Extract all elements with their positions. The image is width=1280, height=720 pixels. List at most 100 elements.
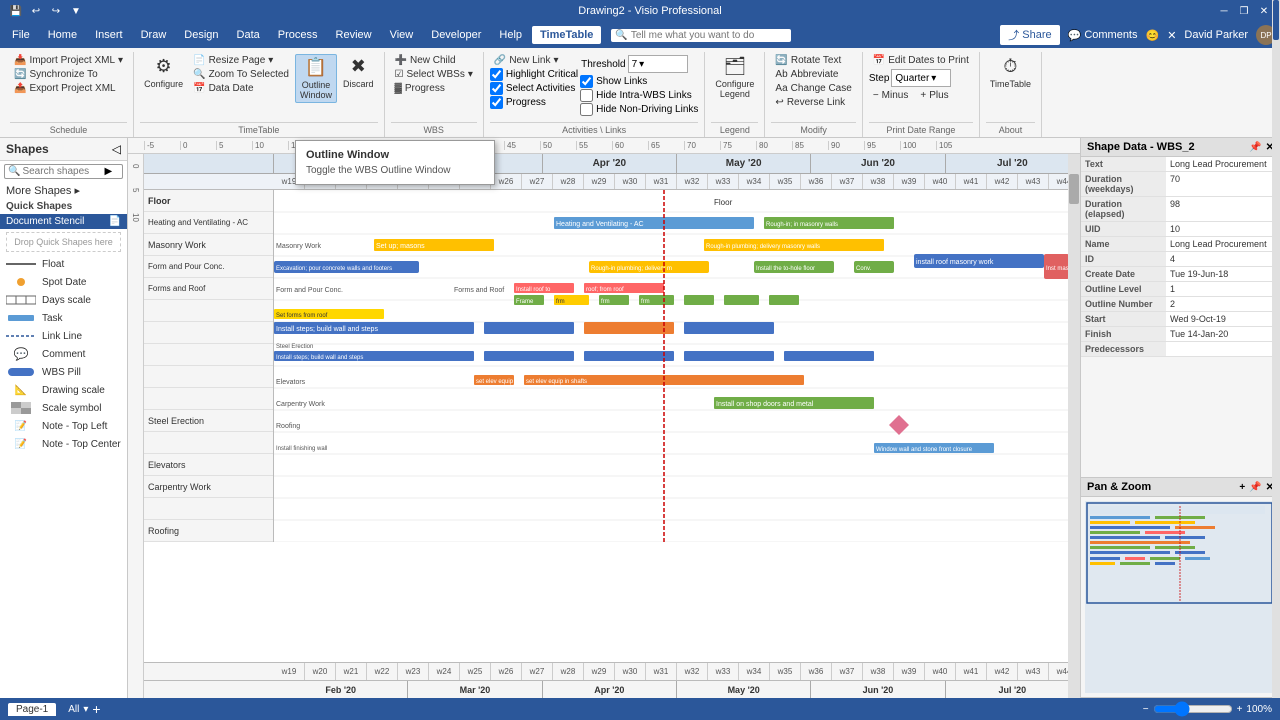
plus-button[interactable]: + Plus [916,89,952,102]
menu-view[interactable]: View [382,26,422,44]
highlight-critical-check[interactable]: Highlight Critical [490,68,578,81]
select-activities-check[interactable]: Select Activities [490,82,578,95]
tooltip-description: Toggle the WBS Outline Window [306,165,484,176]
list-item[interactable]: Link Line [0,327,127,345]
list-item[interactable]: 💬 Comment [0,345,127,363]
discard-button[interactable]: ✖ Discard [339,54,378,91]
list-item[interactable]: WBS Pill [0,363,127,381]
configure-button[interactable]: ⚙ Configure [140,54,187,91]
progress-button[interactable]: ▓ Progress [391,82,477,95]
wbs-col: ➕ New Child ☑ Select WBSs ▾ ▓ Progress [391,54,477,95]
list-item[interactable]: Days scale [0,291,127,309]
step-combo[interactable]: Quarter ▾ [891,69,951,87]
close-notify-icon[interactable]: ✕ [1167,29,1176,42]
comments-button[interactable]: 💬 Comments [1068,29,1138,42]
pan-zoom-canvas[interactable] [1085,501,1276,693]
table-row: StartWed 9-Oct-19 [1081,312,1280,327]
import-project-xml-button[interactable]: 📥 Import Project XML ▾ [10,54,127,67]
close-button[interactable]: ✕ [1256,3,1272,19]
menu-timetable[interactable]: TimeTable [532,26,601,44]
list-item[interactable]: Spot Date [0,273,127,291]
share-button[interactable]: ⤴ Share [1000,25,1059,45]
menu-insert[interactable]: Insert [87,26,131,44]
list-item[interactable]: Float [0,255,127,273]
dropdown-pages-icon[interactable]: ▾ [83,704,88,715]
gantt-month-may: May '20 [677,154,811,173]
gantt-row-label [144,322,273,344]
pin-pan-icon[interactable]: 📌 [1249,482,1261,493]
resize-page-button[interactable]: 📄 Resize Page ▾ [189,54,293,67]
ribbon-group-wbs: ➕ New Child ☑ Select WBSs ▾ ▓ Progress W… [385,52,484,137]
progress-check[interactable]: Progress [490,96,578,109]
vertical-scrollbar[interactable] [1068,154,1080,698]
minus-button[interactable]: − Minus [869,89,913,102]
page-tab-1[interactable]: Page-1 [8,703,56,716]
threshold-combo[interactable]: 7 ▾ [628,55,688,73]
configure-legend-button[interactable]: 🗂 ConfigureLegend [711,54,758,101]
list-item[interactable]: 📐 Drawing scale [0,381,127,399]
menu-file[interactable]: File [4,26,38,44]
user-name: David Parker [1184,29,1248,41]
scroll-thumb[interactable] [1069,174,1079,204]
zoom-to-selected-button[interactable]: 🔍 Zoom To Selected [189,68,293,81]
plus-pan-icon[interactable]: + [1239,482,1245,493]
menu-help[interactable]: Help [491,26,530,44]
customize-icon[interactable]: ▼ [68,3,84,19]
menu-home[interactable]: Home [40,26,85,44]
synchronize-to-button[interactable]: 🔄 Synchronize To [10,68,127,81]
menu-design[interactable]: Design [176,26,226,44]
list-item[interactable]: Scale symbol [0,399,127,417]
pin-icon[interactable]: 📌 [1249,142,1261,153]
zoom-plus-icon[interactable]: + [1237,704,1243,715]
table-row: ID4 [1081,252,1280,267]
menu-developer[interactable]: Developer [423,26,489,44]
hide-intra-wbs-check[interactable]: Hide Intra-WBS Links [580,89,698,102]
ribbon-group-print: 📅 Edit Dates to Print Step Quarter ▾ − [863,52,980,137]
search-go-icon[interactable]: ▶ [104,166,112,177]
table-row: TextLong Lead Procurement [1081,157,1280,172]
list-item[interactable]: 📝 Note - Top Left [0,417,127,435]
new-child-button[interactable]: ➕ New Child [391,54,477,67]
outline-window-button[interactable]: 📋 OutlineWindow [295,54,337,103]
new-link-button[interactable]: 🔗 New Link ▾ [490,54,578,67]
gantt-month-apr: Apr '20 [543,154,677,173]
list-item[interactable]: 📝 Note - Top Center [0,435,127,453]
restore-button[interactable]: ❐ [1236,3,1252,19]
table-row: Create DateTue 19-Jun-18 [1081,267,1280,282]
abbreviate-button[interactable]: Ab Abbreviate [771,68,855,81]
save-icon[interactable]: 💾 [8,3,24,19]
svg-text:Rough-in plumbing; delivery m: Rough-in plumbing; delivery m [591,266,672,272]
search-input[interactable] [631,30,781,41]
document-stencil[interactable]: Document Stencil 📄 [0,214,127,229]
menu-review[interactable]: Review [328,26,380,44]
undo-icon[interactable]: ↩ [28,3,44,19]
zoom-minus-icon[interactable]: − [1143,704,1149,715]
export-project-xml-button[interactable]: 📤 Export Project XML [10,82,127,95]
collapse-icon[interactable]: ◁ [112,142,121,156]
list-item[interactable]: Task [0,309,127,327]
canvas-area[interactable]: -5 0 5 10 15 20 25 30 35 40 45 50 55 60 … [128,138,1080,698]
search-shapes-input[interactable] [22,166,102,177]
timetable-about-button[interactable]: ⏱ TimeTable [986,54,1035,91]
threshold-row: Threshold 7 ▾ [580,54,698,74]
menu-draw[interactable]: Draw [133,26,175,44]
data-date-button[interactable]: 📅 Data Date [189,82,293,95]
rotate-text-button[interactable]: 🔄 Rotate Text [771,54,855,67]
minimize-button[interactable]: ─ [1216,3,1232,19]
menu-data[interactable]: Data [229,26,268,44]
right-scroll-thumb[interactable] [1273,0,1279,40]
add-page-button[interactable]: + [92,701,100,717]
gantt-row-label: Forms and Roof [144,278,273,300]
show-links-check[interactable]: Show Links [580,75,698,88]
edit-dates-button[interactable]: 📅 Edit Dates to Print [869,54,973,67]
zoom-slider[interactable] [1153,701,1233,717]
change-case-button[interactable]: Aa Change Case [771,82,855,95]
more-shapes-button[interactable]: More Shapes ▸ [0,182,127,199]
reverse-link-button[interactable]: ↩ Reverse Link [771,96,855,109]
hide-non-driving-check[interactable]: Hide Non-Driving Links [580,103,698,116]
select-wbs-button[interactable]: ☑ Select WBSs ▾ [391,68,477,81]
redo-icon[interactable]: ↪ [48,3,64,19]
table-row: Outline Level1 [1081,282,1280,297]
right-scrollbar[interactable] [1272,0,1280,698]
menu-process[interactable]: Process [270,26,326,44]
